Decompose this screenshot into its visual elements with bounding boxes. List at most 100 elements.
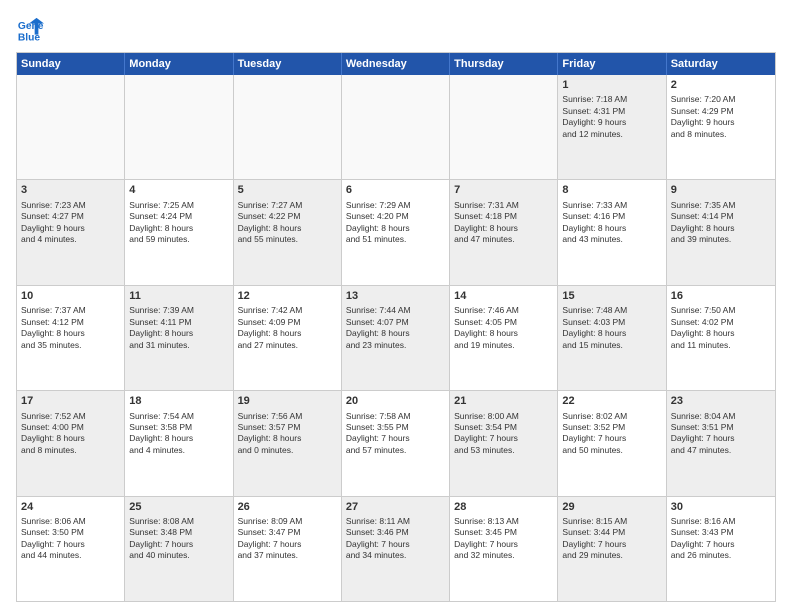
week-row-3: 10 Sunrise: 7:37 AM Sunset: 4:12 PM Dayli… [17,286,775,391]
header-day-tuesday: Tuesday [234,53,342,75]
empty-cell [125,75,233,179]
day-info: Sunrise: 7:29 AM Sunset: 4:20 PM Dayligh… [346,200,445,246]
day-info: Sunrise: 7:33 AM Sunset: 4:16 PM Dayligh… [562,200,661,246]
day-number: 5 [238,183,337,197]
day-cell-4: 4 Sunrise: 7:25 AM Sunset: 4:24 PM Daylig… [125,180,233,284]
day-number: 27 [346,500,445,514]
day-cell-17: 17Sunrise: 7:52 AM Sunset: 4:00 PM Dayli… [17,391,125,495]
day-cell-18: 18 Sunrise: 7:54 AM Sunset: 3:58 PM Dayli… [125,391,233,495]
day-number: 15 [562,289,661,303]
day-cell-5: 5 Sunrise: 7:27 AM Sunset: 4:22 PM Daylig… [234,180,342,284]
calendar-body: 1 Sunrise: 7:18 AM Sunset: 4:31 PM Daylig… [17,75,775,601]
day-number: 26 [238,500,337,514]
day-cell-24: 24Sunrise: 8:06 AM Sunset: 3:50 PM Dayli… [17,497,125,601]
day-info: Sunrise: 7:52 AM Sunset: 4:00 PM Dayligh… [21,411,120,457]
day-number: 21 [454,394,553,408]
day-info: Sunrise: 7:27 AM Sunset: 4:22 PM Dayligh… [238,200,337,246]
day-cell-14: 14 Sunrise: 7:46 AM Sunset: 4:05 PM Dayli… [450,286,558,390]
day-cell-30: 30 Sunrise: 8:16 AM Sunset: 3:43 PM Dayli… [667,497,775,601]
day-cell-6: 6 Sunrise: 7:29 AM Sunset: 4:20 PM Daylig… [342,180,450,284]
day-cell-2: 2 Sunrise: 7:20 AM Sunset: 4:29 PM Daylig… [667,75,775,179]
page: General Blue SundayMondayTuesdayWednesda… [0,0,792,612]
header-day-sunday: Sunday [17,53,125,75]
day-number: 7 [454,183,553,197]
header-day-monday: Monday [125,53,233,75]
day-info: Sunrise: 8:02 AM Sunset: 3:52 PM Dayligh… [562,411,661,457]
day-info: Sunrise: 8:15 AM Sunset: 3:44 PM Dayligh… [562,516,661,562]
header: General Blue [16,16,776,44]
day-cell-13: 13Sunrise: 7:44 AM Sunset: 4:07 PM Dayli… [342,286,450,390]
day-number: 9 [671,183,771,197]
header-day-saturday: Saturday [667,53,775,75]
day-number: 30 [671,500,771,514]
day-info: Sunrise: 8:08 AM Sunset: 3:48 PM Dayligh… [129,516,228,562]
week-row-5: 24Sunrise: 8:06 AM Sunset: 3:50 PM Dayli… [17,497,775,601]
day-info: Sunrise: 7:50 AM Sunset: 4:02 PM Dayligh… [671,305,771,351]
day-number: 4 [129,183,228,197]
day-cell-3: 3 Sunrise: 7:23 AM Sunset: 4:27 PM Daylig… [17,180,125,284]
day-cell-8: 8 Sunrise: 7:33 AM Sunset: 4:16 PM Daylig… [558,180,666,284]
day-cell-10: 10 Sunrise: 7:37 AM Sunset: 4:12 PM Dayli… [17,286,125,390]
day-cell-23: 23 Sunrise: 8:04 AM Sunset: 3:51 PM Dayli… [667,391,775,495]
day-info: Sunrise: 7:37 AM Sunset: 4:12 PM Dayligh… [21,305,120,351]
day-cell-15: 15 Sunrise: 7:48 AM Sunset: 4:03 PM Dayli… [558,286,666,390]
empty-cell [450,75,558,179]
day-number: 11 [129,289,228,303]
day-info: Sunrise: 8:00 AM Sunset: 3:54 PM Dayligh… [454,411,553,457]
day-number: 6 [346,183,445,197]
day-info: Sunrise: 8:09 AM Sunset: 3:47 PM Dayligh… [238,516,337,562]
day-number: 1 [562,78,661,92]
day-info: Sunrise: 7:54 AM Sunset: 3:58 PM Dayligh… [129,411,228,457]
calendar: SundayMondayTuesdayWednesdayThursdayFrid… [16,52,776,602]
day-number: 14 [454,289,553,303]
day-number: 16 [671,289,771,303]
header-day-friday: Friday [558,53,666,75]
day-number: 18 [129,394,228,408]
week-row-1: 1 Sunrise: 7:18 AM Sunset: 4:31 PM Daylig… [17,75,775,180]
logo: General Blue [16,16,44,44]
empty-cell [234,75,342,179]
day-info: Sunrise: 8:11 AM Sunset: 3:46 PM Dayligh… [346,516,445,562]
day-info: Sunrise: 7:46 AM Sunset: 4:05 PM Dayligh… [454,305,553,351]
day-info: Sunrise: 8:16 AM Sunset: 3:43 PM Dayligh… [671,516,771,562]
day-info: Sunrise: 7:25 AM Sunset: 4:24 PM Dayligh… [129,200,228,246]
day-info: Sunrise: 7:18 AM Sunset: 4:31 PM Dayligh… [562,94,661,140]
day-info: Sunrise: 7:20 AM Sunset: 4:29 PM Dayligh… [671,94,771,140]
day-number: 19 [238,394,337,408]
day-cell-19: 19 Sunrise: 7:56 AM Sunset: 3:57 PM Dayli… [234,391,342,495]
day-cell-27: 27 Sunrise: 8:11 AM Sunset: 3:46 PM Dayli… [342,497,450,601]
day-number: 23 [671,394,771,408]
week-row-2: 3 Sunrise: 7:23 AM Sunset: 4:27 PM Daylig… [17,180,775,285]
day-cell-29: 29 Sunrise: 8:15 AM Sunset: 3:44 PM Dayli… [558,497,666,601]
day-info: Sunrise: 7:48 AM Sunset: 4:03 PM Dayligh… [562,305,661,351]
calendar-header: SundayMondayTuesdayWednesdayThursdayFrid… [17,53,775,75]
day-cell-12: 12Sunrise: 7:42 AM Sunset: 4:09 PM Dayli… [234,286,342,390]
day-info: Sunrise: 7:44 AM Sunset: 4:07 PM Dayligh… [346,305,445,351]
week-row-4: 17Sunrise: 7:52 AM Sunset: 4:00 PM Dayli… [17,391,775,496]
header-day-thursday: Thursday [450,53,558,75]
day-number: 22 [562,394,661,408]
day-info: Sunrise: 7:56 AM Sunset: 3:57 PM Dayligh… [238,411,337,457]
header-day-wednesday: Wednesday [342,53,450,75]
day-cell-1: 1 Sunrise: 7:18 AM Sunset: 4:31 PM Daylig… [558,75,666,179]
day-cell-22: 22 Sunrise: 8:02 AM Sunset: 3:52 PM Dayli… [558,391,666,495]
day-number: 20 [346,394,445,408]
day-number: 2 [671,78,771,92]
day-cell-21: 21 Sunrise: 8:00 AM Sunset: 3:54 PM Dayli… [450,391,558,495]
day-number: 25 [129,500,228,514]
day-cell-25: 25 Sunrise: 8:08 AM Sunset: 3:48 PM Dayli… [125,497,233,601]
day-info: Sunrise: 8:13 AM Sunset: 3:45 PM Dayligh… [454,516,553,562]
day-cell-26: 26 Sunrise: 8:09 AM Sunset: 3:47 PM Dayli… [234,497,342,601]
day-info: Sunrise: 7:39 AM Sunset: 4:11 PM Dayligh… [129,305,228,351]
day-number: 24 [21,500,120,514]
day-number: 29 [562,500,661,514]
day-cell-9: 9Sunrise: 7:35 AM Sunset: 4:14 PM Daylig… [667,180,775,284]
day-cell-28: 28Sunrise: 8:13 AM Sunset: 3:45 PM Dayli… [450,497,558,601]
day-number: 8 [562,183,661,197]
day-number: 3 [21,183,120,197]
day-info: Sunrise: 8:04 AM Sunset: 3:51 PM Dayligh… [671,411,771,457]
day-info: Sunrise: 7:23 AM Sunset: 4:27 PM Dayligh… [21,200,120,246]
day-info: Sunrise: 7:31 AM Sunset: 4:18 PM Dayligh… [454,200,553,246]
empty-cell [17,75,125,179]
day-number: 10 [21,289,120,303]
